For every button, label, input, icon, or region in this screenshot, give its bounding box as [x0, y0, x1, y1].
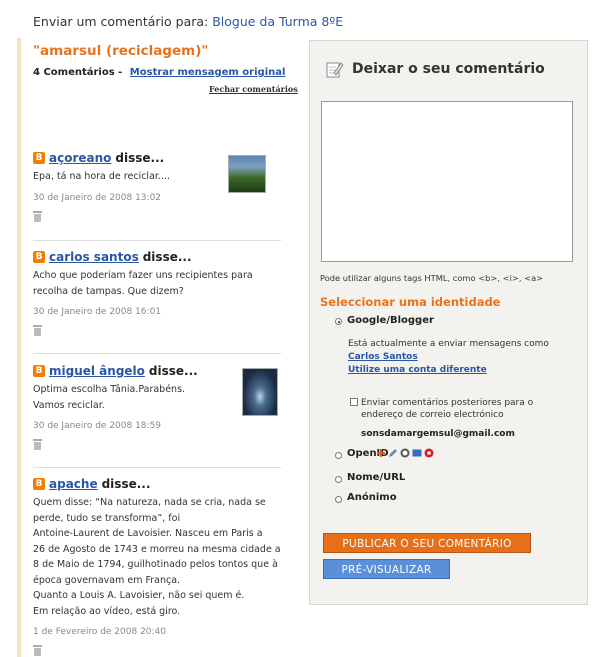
- comment-count: 4 Comentários -: [33, 67, 123, 78]
- delete-icon[interactable]: [33, 325, 42, 336]
- name-url-label: Nome/URL: [347, 472, 406, 483]
- comment-item: B carlos santos disse... Acho que poderi…: [33, 250, 281, 336]
- show-original-link[interactable]: Mostrar mensagem original: [130, 67, 286, 78]
- blog-name: Blogue da Turma 8ºE: [212, 14, 344, 29]
- post-title: "amarsul (reciclagem)": [33, 43, 209, 59]
- comment-count-line: 4 Comentários - Mostrar mensagem origina…: [33, 67, 285, 78]
- delete-icon[interactable]: [33, 439, 42, 450]
- comment-divider: [33, 353, 281, 354]
- comment-line: época governavam em França.: [33, 574, 181, 586]
- preview-button[interactable]: PRÉ-VISUALIZAR: [323, 559, 450, 579]
- openid-provider-icons: [376, 448, 434, 458]
- close-comments-link[interactable]: Fechar comentários: [209, 84, 298, 94]
- author-avatar-image: [242, 368, 278, 416]
- blogger-icon: B: [33, 152, 45, 164]
- name-url-radio[interactable]: [335, 476, 342, 483]
- header-prefix: Enviar um comentário para:: [33, 14, 209, 29]
- openid-radio[interactable]: [335, 452, 342, 459]
- comment-line: perde, tudo se transforma”, foi: [33, 512, 181, 524]
- said-text: disse...: [101, 477, 151, 491]
- comment-line: Antoine-Laurent de Lavoisier. Nasceu em …: [33, 528, 263, 539]
- delete-icon[interactable]: [33, 645, 42, 656]
- comment-line: Acho que poderiam fazer uns recipientes …: [33, 270, 253, 281]
- comment-divider: [33, 467, 281, 468]
- comment-author-link[interactable]: carlos santos: [49, 250, 139, 264]
- comment-line: Quem disse: “Na natureza, nada se cria, …: [33, 497, 266, 508]
- comment-textarea[interactable]: [321, 101, 573, 262]
- email-followup-line: endereço de correio electrónico: [361, 410, 504, 420]
- google-blogger-radio[interactable]: [335, 318, 342, 325]
- blogger-icon: B: [33, 365, 45, 377]
- email-followup-label: Enviar comentários posteriores para o en…: [361, 397, 561, 421]
- logged-in-info: Está actualmente a enviar mensagens como…: [348, 338, 549, 377]
- blogger-icon: B: [33, 251, 45, 263]
- comment-line: 8 de Maio de 1794, guilhotinado pelos to…: [33, 559, 278, 570]
- comment-divider: [33, 240, 281, 241]
- said-text: disse...: [142, 250, 192, 264]
- comment-date: 30 de Janeiro de 2008 18:59: [33, 421, 162, 431]
- anonymous-radio[interactable]: [335, 496, 342, 503]
- comment-author-link[interactable]: apache: [49, 477, 98, 491]
- comment-date: 1 de Fevereiro de 2008 20:40: [33, 627, 167, 637]
- form-title-text: Deixar o seu comentário: [352, 61, 545, 77]
- comment-author-line: B apache disse...: [33, 477, 281, 491]
- html-tags-note: Pode utilizar alguns tags HTML, como <b>…: [320, 273, 544, 283]
- publish-comment-button[interactable]: PUBLICAR O SEU COMENTÁRIO: [323, 533, 531, 553]
- typepad-icon: [412, 449, 422, 457]
- page-header: Enviar um comentário para: Blogue da Tur…: [33, 14, 343, 29]
- comment-body: Quem disse: “Na natureza, nada se cria, …: [33, 495, 281, 619]
- said-text: disse...: [115, 151, 165, 165]
- aim-icon: [424, 448, 434, 458]
- comment-author-link[interactable]: miguel ângelo: [49, 364, 145, 378]
- user-name-link[interactable]: Carlos Santos: [348, 351, 549, 364]
- author-avatar-image: [228, 155, 266, 193]
- wordpress-icon: [400, 448, 410, 458]
- form-title: Deixar o seu comentário: [326, 60, 545, 78]
- email-followup-checkbox[interactable]: [350, 398, 358, 406]
- comment-line: 26 de Agosto de 1743 e morreu na mesma c…: [33, 543, 281, 555]
- email-followup-line: Enviar comentários posteriores para o: [361, 398, 534, 408]
- comment-line: Quanto a Louis A. Lavoisier, não sei que…: [33, 590, 245, 601]
- left-border: [17, 38, 21, 657]
- comment-author-link[interactable]: açoreano: [49, 151, 111, 165]
- pen-icon: [389, 449, 397, 457]
- identity-heading: Seleccionar uma identidade: [320, 295, 501, 309]
- comment-author-line: B carlos santos disse...: [33, 250, 281, 264]
- other-account-link[interactable]: Utilize uma conta diferente: [348, 364, 549, 377]
- comment-item: B apache disse... Quem disse: “Na nature…: [33, 477, 281, 656]
- comment-date: 30 de Janeiro de 2008 16:01: [33, 307, 162, 317]
- logged-in-text: Está actualmente a enviar mensagens como: [348, 339, 549, 349]
- said-text: disse...: [148, 364, 198, 378]
- comment-date: 30 de Janeiro de 2008 13:02: [33, 192, 162, 203]
- comment-line: recolha de tampas. Que dizem?: [33, 285, 184, 297]
- plus-icon: [377, 449, 385, 457]
- google-blogger-label: Google/Blogger: [347, 315, 434, 326]
- comment-line: Em relação ao vídeo, está giro.: [33, 605, 181, 617]
- email-address: sonsdamargemsul@gmail.com: [361, 429, 515, 439]
- blogger-icon: B: [33, 478, 45, 490]
- edit-note-icon: [326, 62, 344, 78]
- delete-icon[interactable]: [33, 210, 42, 222]
- comment-body: Acho que poderiam fazer uns recipientes …: [33, 268, 281, 299]
- anonymous-label: Anónimo: [347, 492, 397, 503]
